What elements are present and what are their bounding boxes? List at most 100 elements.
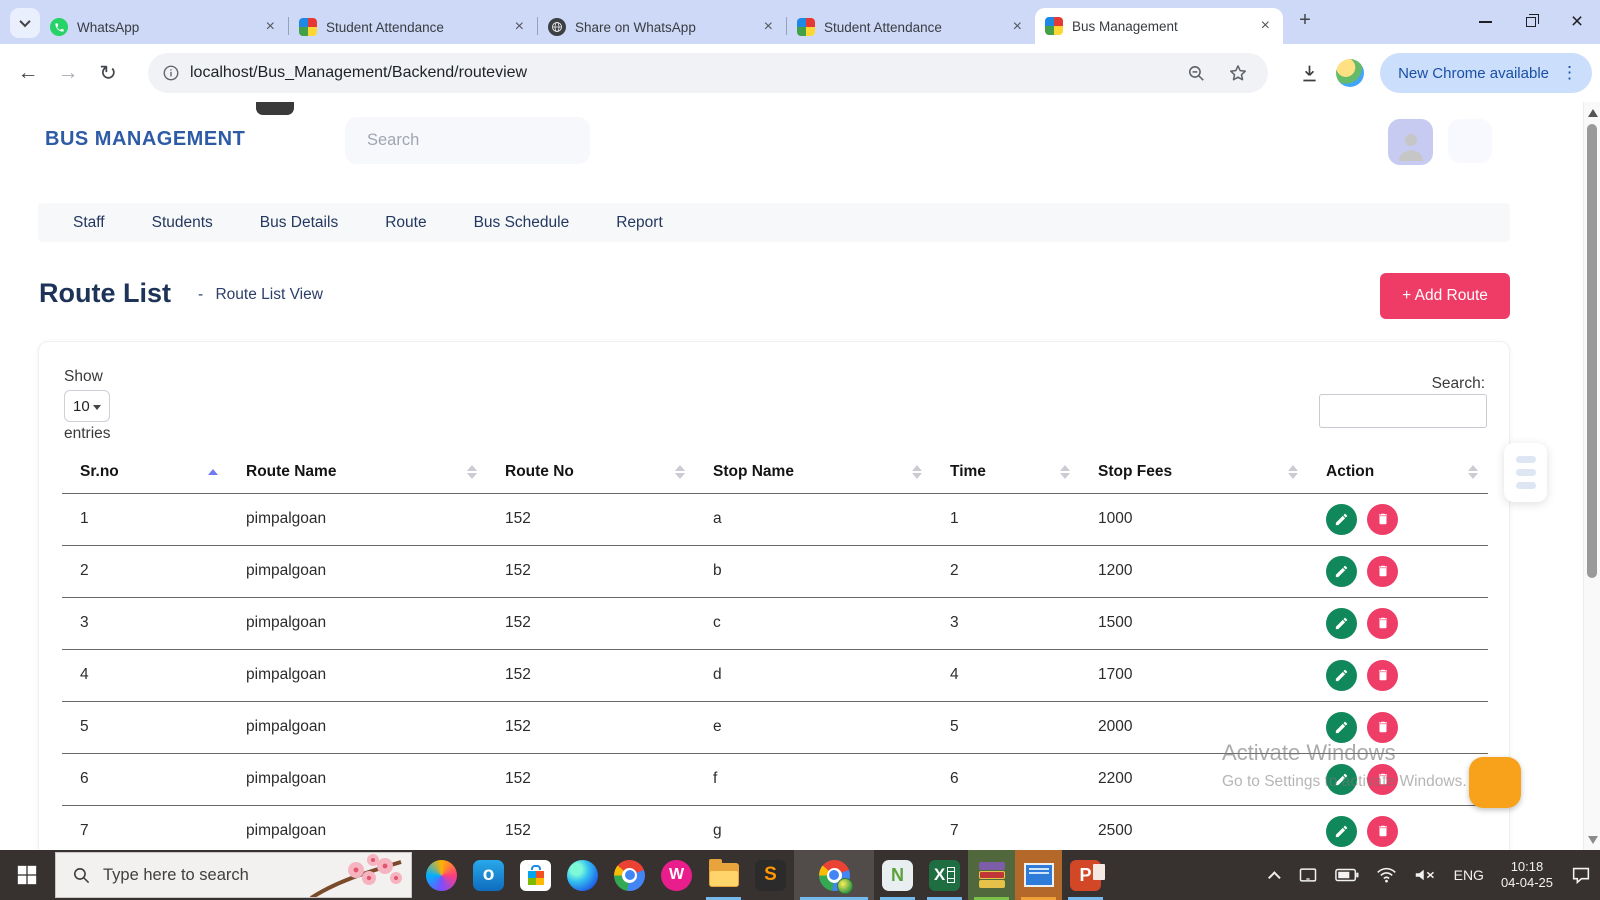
tab-search-button[interactable] — [10, 8, 40, 38]
cell-route-no: 152 — [487, 701, 695, 753]
edit-button[interactable] — [1326, 816, 1357, 847]
taskbar-chrome-active-icon[interactable] — [794, 850, 874, 900]
edit-button[interactable] — [1326, 608, 1357, 639]
nav-item-route[interactable]: Route — [385, 214, 426, 232]
edit-button[interactable] — [1326, 764, 1357, 795]
column-header-srno[interactable]: Sr.no — [62, 451, 228, 493]
cell-stop-fees: 1500 — [1080, 597, 1308, 649]
delete-button[interactable] — [1367, 816, 1398, 847]
nav-item-report[interactable]: Report — [616, 214, 663, 232]
app-search-input[interactable] — [345, 117, 590, 164]
delete-button[interactable] — [1367, 608, 1398, 639]
update-chrome-button[interactable]: New Chrome available ⋮ — [1380, 53, 1592, 93]
tab-close-icon[interactable]: × — [1258, 17, 1273, 35]
reload-button[interactable]: ↻ — [88, 61, 128, 86]
table-search-input[interactable] — [1319, 394, 1487, 428]
breadcrumb-dash: - — [198, 286, 203, 303]
cell-route-name: pimpalgoan — [228, 649, 487, 701]
taskbar-chrome-icon[interactable] — [606, 850, 653, 900]
bookmark-star-icon[interactable] — [1228, 63, 1248, 83]
taskbar-window-app-icon[interactable] — [1015, 850, 1062, 900]
back-button[interactable]: ← — [8, 61, 48, 85]
scroll-down-arrow-icon[interactable] — [1588, 836, 1598, 844]
browser-menu-icon[interactable]: ⋮ — [1561, 63, 1578, 83]
tab-label: Student Attendance — [824, 20, 1010, 35]
tab-close-icon[interactable]: × — [512, 18, 527, 36]
user-avatar-tile[interactable] — [1388, 119, 1433, 165]
column-header-stop-fees[interactable]: Stop Fees — [1080, 451, 1308, 493]
edit-button[interactable] — [1326, 660, 1357, 691]
floating-chat-button[interactable] — [1469, 757, 1521, 808]
delete-button[interactable] — [1367, 712, 1398, 743]
taskbar-copilot-icon[interactable] — [418, 850, 465, 900]
language-indicator[interactable]: ENG — [1454, 867, 1484, 883]
scroll-up-arrow-icon[interactable] — [1588, 109, 1598, 117]
page-scrollbar[interactable] — [1583, 102, 1600, 850]
column-header-route-name[interactable]: Route Name — [228, 451, 487, 493]
taskbar-search[interactable]: Type here to search — [55, 852, 412, 898]
tablet-mode-icon[interactable] — [1298, 865, 1318, 885]
add-route-button[interactable]: + Add Route — [1380, 273, 1510, 319]
quick-menu-widget[interactable] — [1504, 443, 1547, 502]
tab-student-attendance-2[interactable]: Student Attendance × — [787, 10, 1035, 44]
start-button[interactable] — [0, 850, 54, 900]
delete-button[interactable] — [1367, 504, 1398, 535]
taskbar-winrar-icon[interactable] — [968, 850, 1015, 900]
taskbar-clock[interactable]: 10:18 04-04-25 — [1501, 859, 1553, 891]
pencil-icon — [1334, 512, 1349, 527]
column-header-route-no[interactable]: Route No — [487, 451, 695, 493]
battery-icon[interactable] — [1335, 865, 1359, 885]
wifi-icon[interactable] — [1376, 866, 1397, 884]
action-center-icon[interactable] — [1570, 864, 1592, 886]
minimize-button[interactable] — [1462, 0, 1508, 44]
tab-share-whatsapp[interactable]: Share on WhatsApp × — [538, 10, 786, 44]
url-bar[interactable]: localhost/Bus_Management/Backend/routevi… — [148, 53, 1268, 93]
nav-item-bus-schedule[interactable]: Bus Schedule — [474, 214, 570, 232]
taskbar-notepadpp-icon[interactable]: N — [874, 850, 921, 900]
nav-item-bus-details[interactable]: Bus Details — [260, 214, 338, 232]
taskbar-excel-icon[interactable]: X — [921, 850, 968, 900]
tray-expand-icon[interactable] — [1268, 871, 1281, 884]
volume-muted-icon[interactable] — [1414, 866, 1437, 884]
tab-student-attendance-1[interactable]: Student Attendance × — [289, 10, 537, 44]
taskbar-store-icon[interactable] — [512, 850, 559, 900]
delete-button[interactable] — [1367, 660, 1398, 691]
column-header-stop-name[interactable]: Stop Name — [695, 451, 932, 493]
close-button[interactable]: × — [1554, 0, 1600, 44]
taskbar-file-explorer-icon[interactable] — [700, 850, 747, 900]
tab-close-icon[interactable]: × — [761, 18, 776, 36]
page-size-select[interactable]: 10 — [64, 390, 110, 422]
nav-item-students[interactable]: Students — [152, 214, 213, 232]
forward-button[interactable]: → — [48, 61, 88, 85]
download-icon[interactable] — [1299, 63, 1320, 84]
info-icon[interactable] — [162, 64, 180, 82]
new-tab-button[interactable]: + — [1291, 6, 1319, 34]
edit-button[interactable] — [1326, 556, 1357, 587]
cell-route-no: 152 — [487, 753, 695, 805]
tab-whatsapp[interactable]: WhatsApp × — [40, 10, 288, 44]
edit-button[interactable] — [1326, 712, 1357, 743]
taskbar-powerpoint-icon[interactable]: P — [1062, 850, 1109, 900]
tab-close-icon[interactable]: × — [263, 18, 278, 36]
taskbar-sublime-icon[interactable]: S — [747, 850, 794, 900]
trash-icon — [1376, 772, 1390, 786]
tab-close-icon[interactable]: × — [1010, 18, 1025, 36]
column-header-action[interactable]: Action — [1308, 451, 1488, 493]
delete-button[interactable] — [1367, 556, 1398, 587]
maximize-button[interactable] — [1508, 0, 1554, 44]
tab-bus-management-active[interactable]: Bus Management × — [1035, 8, 1283, 44]
web-page: BUS MANAGEMENT Staff Students Bus Detail… — [0, 102, 1600, 850]
zoom-indicator-icon[interactable] — [1187, 64, 1206, 83]
edit-button[interactable] — [1326, 504, 1357, 535]
taskbar-wampserver-icon[interactable]: W — [653, 850, 700, 900]
delete-button[interactable] — [1367, 764, 1398, 795]
taskbar-outlook-icon[interactable]: o — [465, 850, 512, 900]
clock-date: 04-04-25 — [1501, 875, 1553, 890]
scrollbar-thumb[interactable] — [1587, 124, 1597, 578]
column-header-time[interactable]: Time — [932, 451, 1080, 493]
tab-label: Student Attendance — [326, 20, 512, 35]
nav-item-staff[interactable]: Staff — [73, 214, 105, 232]
header-action-tile[interactable] — [1448, 119, 1492, 163]
profile-avatar[interactable] — [1336, 59, 1364, 87]
taskbar-edge-icon[interactable] — [559, 850, 606, 900]
